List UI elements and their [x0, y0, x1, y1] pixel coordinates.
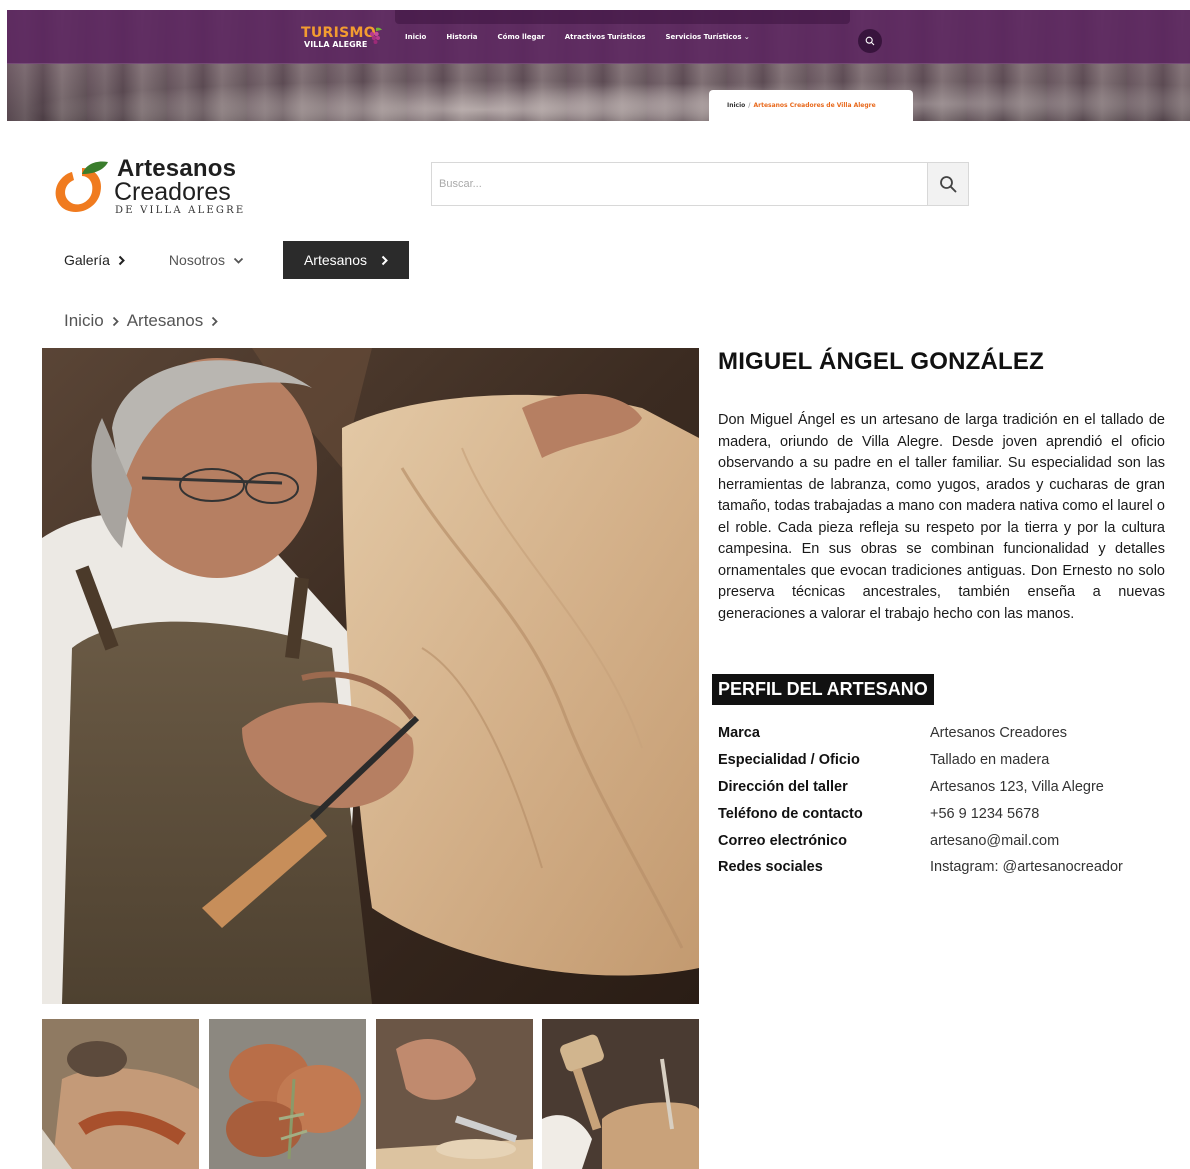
hero-breadcrumb-home[interactable]: Inicio	[727, 102, 745, 109]
hero-breadcrumb-current: Artesanos Creadores de Villa Alegre	[753, 102, 876, 109]
search-icon	[865, 36, 875, 46]
profile-label: Marca	[718, 725, 760, 742]
logo-line3: DE VILLA ALEGRE	[115, 205, 246, 216]
chevron-right-icon	[381, 255, 388, 265]
thumbnail-3[interactable]	[376, 1019, 533, 1169]
main-menu: Galería Nosotros Artesanos	[48, 241, 409, 279]
profile-label: Redes sociales	[718, 859, 823, 876]
profile-row-marca: Marca Artesanos Creadores	[718, 720, 1168, 747]
topnav-tab-shadow	[395, 10, 850, 24]
logo-line2: Creadores	[114, 178, 231, 206]
menu-artesanos-label: Artesanos	[303, 252, 368, 268]
hero-breadcrumb-separator: /	[748, 102, 751, 109]
profile-row-redes: Redes sociales Instagram: @artesanocread…	[718, 854, 1168, 881]
hero-banner: TURISMO VILLA ALEGRE Inicio Historia Cóm…	[7, 10, 1190, 121]
artisan-bio: Don Miguel Ángel es un artesano de larga…	[718, 412, 1165, 622]
breadcrumb-current[interactable]: Artesanos	[127, 311, 204, 331]
menu-artesanos[interactable]: Artesanos	[283, 241, 409, 279]
thumbnail-2-image	[209, 1019, 366, 1169]
topnav-inicio[interactable]: Inicio	[405, 33, 426, 41]
topnav-search-button[interactable]	[858, 29, 882, 53]
chevron-right-icon	[118, 255, 125, 265]
menu-galeria-label: Galería	[64, 252, 110, 268]
profile-row-direccion: Dirección del taller Artesanos 123, Vill…	[718, 774, 1168, 801]
artesanos-creadores-logo[interactable]: Artesanos Creadores DE VILLA ALEGRE	[52, 156, 252, 218]
menu-nosotros[interactable]: Nosotros	[169, 241, 244, 279]
profile-value: Artesanos 123, Villa Alegre	[930, 778, 1104, 795]
breadcrumb: Inicio Artesanos	[64, 311, 219, 331]
logo-fruit-icon	[55, 161, 108, 213]
search-icon	[940, 176, 957, 193]
profile-value[interactable]: Instagram: @artesanocreador	[930, 859, 1123, 875]
turismo-brand-logo[interactable]: TURISMO VILLA ALEGRE	[301, 26, 387, 56]
top-navigation-bar: TURISMO VILLA ALEGRE Inicio Historia Cóm…	[7, 10, 1190, 64]
menu-galeria[interactable]: Galería	[64, 241, 125, 279]
thumbnail-3-image	[376, 1019, 533, 1169]
profile-table: Marca Artesanos Creadores Especialidad /…	[718, 720, 1168, 881]
site-search	[431, 162, 969, 206]
profile-label: Especialidad / Oficio	[718, 752, 860, 769]
menu-nosotros-label: Nosotros	[168, 252, 225, 268]
profile-label: Correo electrónico	[718, 832, 847, 849]
topnav-servicios[interactable]: Servicios Turísticos ⌄	[665, 33, 749, 41]
thumbnail-1[interactable]	[42, 1019, 199, 1169]
profile-value: Artesanos Creadores	[930, 725, 1068, 742]
thumbnail-2[interactable]	[209, 1019, 366, 1169]
profile-value: Tallado en madera	[930, 752, 1050, 769]
hero-street-photo	[7, 64, 1190, 121]
chevron-right-icon	[112, 316, 119, 326]
profile-row-telefono: Teléfono de contacto +56 9 1234 5678	[718, 800, 1168, 827]
topnav-como-llegar[interactable]: Cómo llegar	[498, 33, 545, 41]
grape-icon	[369, 27, 382, 44]
hero-breadcrumb: Inicio / Artesanos Creadores de Villa Al…	[709, 90, 913, 121]
thumbnail-4-image	[542, 1019, 699, 1169]
chevron-down-icon	[233, 257, 244, 264]
topnav-historia[interactable]: Historia	[446, 33, 477, 41]
profile-label: Dirección del taller	[718, 778, 848, 795]
artisan-main-photo[interactable]	[42, 348, 699, 1004]
profile-row-correo: Correo electrónico artesano@mail.com	[718, 827, 1168, 854]
profile-value[interactable]: +56 9 1234 5678	[930, 806, 1039, 822]
profile-heading: PERFIL DEL ARTESANO	[712, 674, 934, 705]
chevron-right-icon	[212, 316, 219, 326]
topnav-atractivos[interactable]: Atractivos Turísticos	[565, 33, 646, 41]
breadcrumb-home[interactable]: Inicio	[64, 311, 104, 331]
thumbnail-4[interactable]	[542, 1019, 699, 1169]
profile-value[interactable]: artesano@mail.com	[930, 833, 1059, 849]
search-button[interactable]	[927, 163, 968, 205]
artisan-name: MIGUEL ÁNGEL GONZÁLEZ	[718, 348, 1044, 375]
profile-label: Teléfono de contacto	[718, 805, 863, 822]
search-input[interactable]	[432, 163, 927, 205]
profile-row-especialidad: Especialidad / Oficio Tallado en madera	[718, 747, 1168, 774]
thumbnail-1-image	[42, 1019, 199, 1169]
artisan-photo-illustration	[42, 348, 699, 1004]
top-nav-links: Inicio Historia Cómo llegar Atractivos T…	[405, 33, 750, 41]
photo-thumbnails	[42, 1019, 699, 1169]
